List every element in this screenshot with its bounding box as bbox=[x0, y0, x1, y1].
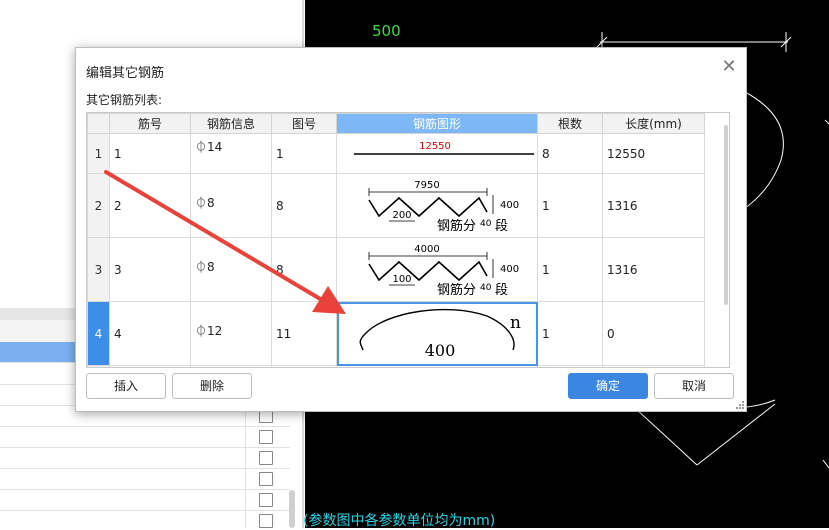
shape-suffix: 段 bbox=[495, 283, 508, 298]
cell-gen-shu[interactable]: 8 bbox=[537, 133, 603, 174]
row-number[interactable]: 1 bbox=[87, 133, 110, 174]
table-row[interactable]: 3 3 ⏀8 8 4000 400 100 钢筋分 40 段 1 1316 bbox=[87, 237, 705, 302]
shape-top-dim: 7950 bbox=[414, 180, 439, 191]
panel-row-line bbox=[0, 468, 290, 469]
cell-length[interactable] bbox=[602, 365, 705, 367]
cad-dimension-label: 500 bbox=[372, 22, 401, 40]
close-icon[interactable]: ✕ bbox=[720, 58, 738, 76]
cell-rebar-info[interactable]: ⏀14 bbox=[190, 133, 272, 174]
cell-length[interactable]: 1316 bbox=[602, 173, 705, 238]
cell-rebar-info[interactable]: ⏀12 bbox=[190, 301, 272, 366]
shape-side-dim: 400 bbox=[500, 200, 519, 211]
shape-straight-bar: 12550 bbox=[354, 141, 534, 155]
panel-checkbox[interactable] bbox=[259, 451, 273, 465]
rebar-list-label: 其它钢筋列表: bbox=[86, 93, 163, 107]
cell-rebar-info[interactable]: ⏀8 bbox=[190, 173, 272, 238]
cell-length[interactable]: 12550 bbox=[602, 133, 705, 174]
table-row[interactable]: 2 2 ⏀8 8 7950 400 200 钢筋分 40 段 1 1316 bbox=[87, 173, 705, 238]
dialog-title: 编辑其它钢筋 bbox=[86, 66, 165, 81]
row-number[interactable]: 4 bbox=[87, 301, 110, 366]
table-row[interactable]: 1 1 ⏀14 1 12550 8 12550 bbox=[87, 133, 705, 174]
column-header-info[interactable]: 钢筋信息 bbox=[190, 113, 272, 134]
panel-row-line bbox=[0, 447, 290, 448]
column-header-tu-hao[interactable]: 图号 bbox=[271, 113, 337, 134]
cell-length[interactable]: 0 bbox=[602, 301, 705, 366]
grid-scrollbar[interactable] bbox=[724, 125, 728, 305]
shape-length-label: 12550 bbox=[419, 141, 451, 152]
cell-jin-hao[interactable]: 2 bbox=[109, 173, 191, 238]
cell-tu-hao[interactable]: 11 bbox=[271, 301, 337, 366]
edit-other-rebar-dialog: 编辑其它钢筋 ✕ 其它钢筋列表: 筋号 钢筋信息 图号 钢筋图形 根数 长度(m… bbox=[75, 47, 747, 412]
cell-shape[interactable] bbox=[336, 365, 538, 367]
table-row[interactable]: 5 bbox=[87, 365, 705, 367]
cad-unit-note: (参数图中各参数单位均为mm) bbox=[303, 513, 496, 529]
cell-length[interactable]: 1316 bbox=[602, 237, 705, 302]
cell-jin-hao[interactable]: 1 bbox=[109, 133, 191, 174]
shape-suffix: 段 bbox=[495, 219, 508, 234]
panel-row-line bbox=[0, 489, 290, 490]
column-header-rownum bbox=[87, 113, 110, 134]
table-row-selected[interactable]: 4 4 ⏀12 11 400 n 1 0 bbox=[87, 301, 705, 366]
shape-top-dim: 4000 bbox=[414, 244, 439, 255]
shape-side-dim: 400 bbox=[500, 264, 519, 275]
cell-shape[interactable]: 7950 400 200 钢筋分 40 段 bbox=[336, 173, 538, 238]
cell-shape[interactable]: 12550 bbox=[336, 133, 538, 174]
row-number[interactable]: 2 bbox=[87, 173, 110, 238]
cell-jin-hao[interactable]: 4 bbox=[109, 301, 191, 366]
column-header-jin-hao[interactable]: 筋号 bbox=[109, 113, 191, 134]
cell-rebar-info[interactable] bbox=[190, 365, 272, 367]
cell-tu-hao[interactable]: 8 bbox=[271, 237, 337, 302]
cell-jin-hao[interactable] bbox=[109, 365, 191, 367]
cell-jin-hao[interactable]: 3 bbox=[109, 237, 191, 302]
cell-shape[interactable]: 4000 400 100 钢筋分 40 段 bbox=[336, 237, 538, 302]
shape-bottom-dim: 200 bbox=[392, 210, 411, 221]
cell-rebar-info[interactable]: ⏀8 bbox=[190, 237, 272, 302]
panel-row-line bbox=[0, 510, 290, 511]
rebar-grid: 筋号 钢筋信息 图号 钢筋图形 根数 长度(mm) 1 1 ⏀14 1 1255… bbox=[86, 112, 730, 368]
panel-selected-row[interactable] bbox=[0, 342, 78, 362]
shape-bottom-dim: 100 bbox=[392, 274, 411, 285]
panel-checkbox[interactable] bbox=[259, 430, 273, 444]
panel-checkbox[interactable] bbox=[259, 514, 273, 528]
column-header-shape[interactable]: 钢筋图形 bbox=[336, 113, 538, 134]
cell-gen-shu[interactable] bbox=[537, 365, 603, 367]
shape-small-dim: 40 bbox=[480, 219, 492, 229]
panel-column-line bbox=[245, 400, 246, 528]
cell-gen-shu[interactable]: 1 bbox=[537, 173, 603, 238]
cell-gen-shu[interactable]: 1 bbox=[537, 237, 603, 302]
delete-button[interactable]: 删除 bbox=[172, 373, 252, 399]
cell-tu-hao[interactable]: 8 bbox=[271, 173, 337, 238]
resize-grip-icon[interactable] bbox=[736, 401, 744, 409]
cell-shape-active[interactable]: 400 n bbox=[336, 301, 538, 366]
shape-span-dim: 400 bbox=[425, 341, 456, 360]
table-header-row: 筋号 钢筋信息 图号 钢筋图形 根数 长度(mm) bbox=[87, 113, 705, 134]
panel-scrollbar[interactable] bbox=[289, 490, 295, 528]
shape-caption: 钢筋分 bbox=[437, 218, 476, 234]
panel-checkbox[interactable] bbox=[259, 493, 273, 507]
cad-edge bbox=[634, 407, 698, 466]
cell-tu-hao[interactable] bbox=[271, 365, 337, 367]
panel-checkbox[interactable] bbox=[259, 472, 273, 486]
shape-caption: 钢筋分 bbox=[437, 282, 476, 298]
insert-button[interactable]: 插入 bbox=[86, 373, 166, 399]
cell-gen-shu[interactable]: 1 bbox=[537, 301, 603, 366]
cad-edge bbox=[696, 403, 776, 466]
row-number[interactable]: 5 bbox=[87, 365, 110, 367]
shape-small-dim: 40 bbox=[480, 283, 492, 293]
shape-zigzag-bar: 4000 400 100 钢筋分 40 段 bbox=[368, 244, 519, 298]
panel-row-line bbox=[0, 426, 290, 427]
cad-edge bbox=[822, 459, 829, 469]
row-number[interactable]: 3 bbox=[87, 237, 110, 302]
cell-tu-hao[interactable]: 1 bbox=[271, 133, 337, 174]
shape-arch-bar: 400 n bbox=[359, 308, 521, 360]
shape-n-label: n bbox=[510, 313, 521, 333]
shape-zigzag-bar: 7950 400 200 钢筋分 40 段 bbox=[368, 180, 519, 234]
column-header-gen-shu[interactable]: 根数 bbox=[537, 113, 603, 134]
column-header-length[interactable]: 长度(mm) bbox=[602, 113, 705, 134]
rebar-table: 筋号 钢筋信息 图号 钢筋图形 根数 长度(mm) 1 1 ⏀14 1 1255… bbox=[87, 113, 705, 367]
ok-button[interactable]: 确定 bbox=[568, 373, 648, 399]
cancel-button[interactable]: 取消 bbox=[654, 373, 734, 399]
cad-edge bbox=[824, 119, 829, 125]
